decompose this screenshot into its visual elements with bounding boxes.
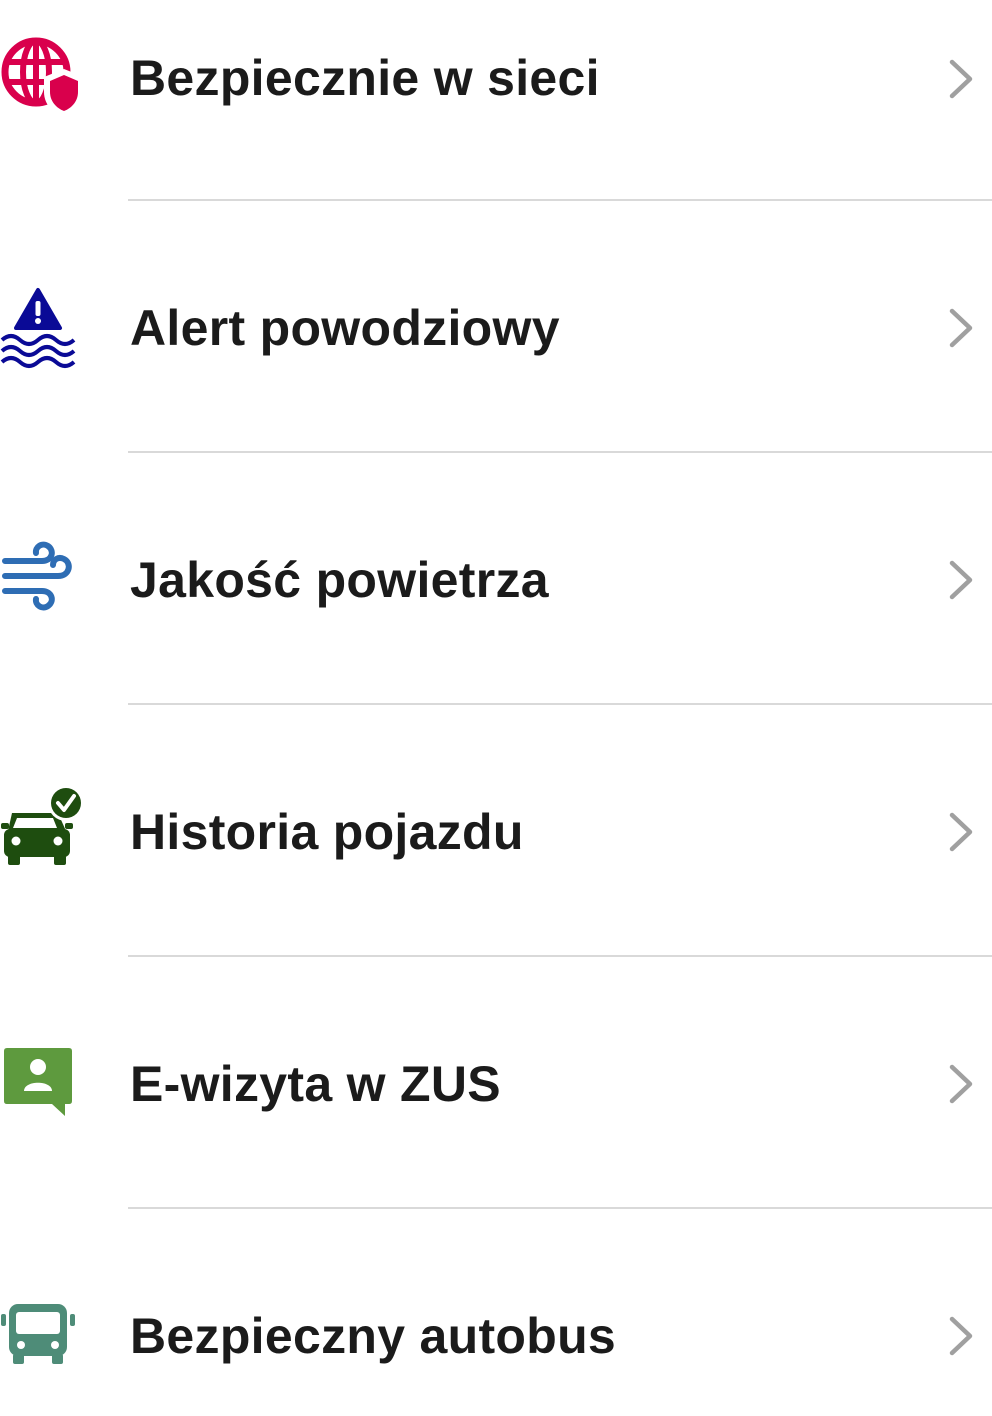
list-item-historia-pojazdu[interactable]: Historia pojazdu: [0, 705, 992, 957]
list-item-label: Bezpiecznie w sieci: [130, 50, 600, 106]
wind-icon: [0, 533, 90, 623]
flood-alert-icon: [0, 282, 90, 372]
list-item-label: Bezpieczny autobus: [130, 1308, 617, 1364]
globe-shield-icon: [0, 30, 90, 120]
chevron-right-icon: [944, 1314, 978, 1358]
chevron-right-icon: [944, 558, 978, 602]
list-item-label: Jakość powietrza: [130, 552, 549, 608]
car-check-icon: [0, 783, 90, 873]
chevron-right-icon: [944, 306, 978, 350]
person-chat-icon: [0, 1040, 90, 1130]
chevron-right-icon: [944, 1062, 978, 1106]
list-item-jakosc-powietrza[interactable]: Jakość powietrza: [0, 453, 992, 705]
services-list: Bezpiecznie w sieci Alert powodziowy Jak…: [0, 0, 992, 1416]
list-item-e-wizyta-w-zus[interactable]: E-wizyta w ZUS: [0, 957, 992, 1209]
list-item-bezpiecznie-w-sieci[interactable]: Bezpiecznie w sieci: [0, 0, 992, 204]
list-item-label: Alert powodziowy: [130, 300, 560, 356]
list-item-label: Historia pojazdu: [130, 804, 524, 860]
chevron-right-icon: [944, 57, 978, 101]
chevron-right-icon: [944, 810, 978, 854]
bus-icon: [0, 1292, 90, 1382]
list-item-label: E-wizyta w ZUS: [130, 1056, 501, 1112]
list-item-bezpieczny-autobus[interactable]: Bezpieczny autobus: [0, 1209, 992, 1416]
list-item-alert-powodziowy[interactable]: Alert powodziowy: [0, 201, 992, 453]
